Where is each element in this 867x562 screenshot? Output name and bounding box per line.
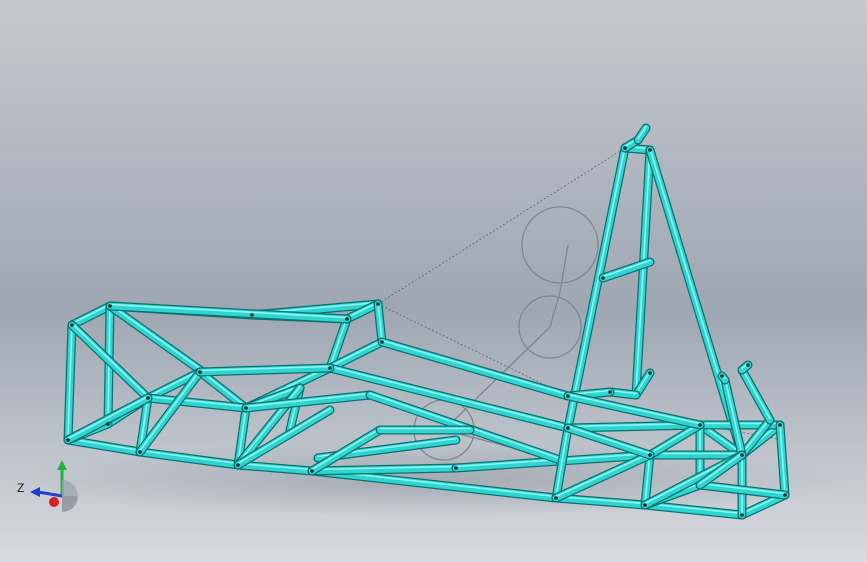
frame-node bbox=[244, 406, 248, 410]
frame-node bbox=[138, 450, 142, 454]
frame-node bbox=[648, 148, 652, 152]
frame-node bbox=[454, 466, 458, 470]
frame-node bbox=[310, 469, 314, 473]
frame-tube[interactable] bbox=[195, 363, 335, 377]
frame-tube[interactable] bbox=[645, 450, 747, 460]
frame-tube[interactable] bbox=[373, 299, 387, 347]
frame-tube[interactable] bbox=[307, 463, 461, 476]
frame-node bbox=[70, 323, 74, 327]
triad-x-axis-icon bbox=[49, 497, 59, 507]
frame-model-scene[interactable] bbox=[0, 0, 867, 562]
frame-node bbox=[643, 503, 647, 507]
frame-node bbox=[648, 371, 652, 375]
frame-node bbox=[746, 363, 750, 367]
frame-node bbox=[566, 426, 570, 430]
frame-node bbox=[236, 463, 240, 467]
frame-node bbox=[146, 396, 150, 400]
frame-node bbox=[66, 438, 70, 442]
frame-node bbox=[608, 390, 612, 394]
cad-viewport[interactable]: Z bbox=[0, 0, 867, 562]
frame-node bbox=[328, 366, 332, 370]
frame-node bbox=[698, 423, 702, 427]
frame-node bbox=[554, 496, 558, 500]
frame-node bbox=[380, 340, 384, 344]
frame-node bbox=[783, 493, 787, 497]
frame-node bbox=[566, 394, 570, 398]
frame-node bbox=[648, 453, 652, 457]
triad-z-label: Z bbox=[17, 481, 25, 495]
frame-node bbox=[740, 513, 744, 517]
frame-node bbox=[623, 146, 627, 150]
frame-node bbox=[250, 313, 254, 317]
frame-tube[interactable] bbox=[63, 320, 77, 445]
frame-tube[interactable] bbox=[375, 425, 475, 435]
frame-node bbox=[198, 370, 202, 374]
frame-node bbox=[720, 374, 724, 378]
frame-node bbox=[108, 304, 112, 308]
frame-node bbox=[601, 276, 605, 280]
frame-node bbox=[778, 423, 782, 427]
frame-node bbox=[106, 422, 110, 426]
frame-node bbox=[376, 302, 380, 306]
frame-node bbox=[345, 317, 349, 321]
frame-tube[interactable] bbox=[775, 420, 790, 500]
frame-node bbox=[740, 453, 744, 457]
